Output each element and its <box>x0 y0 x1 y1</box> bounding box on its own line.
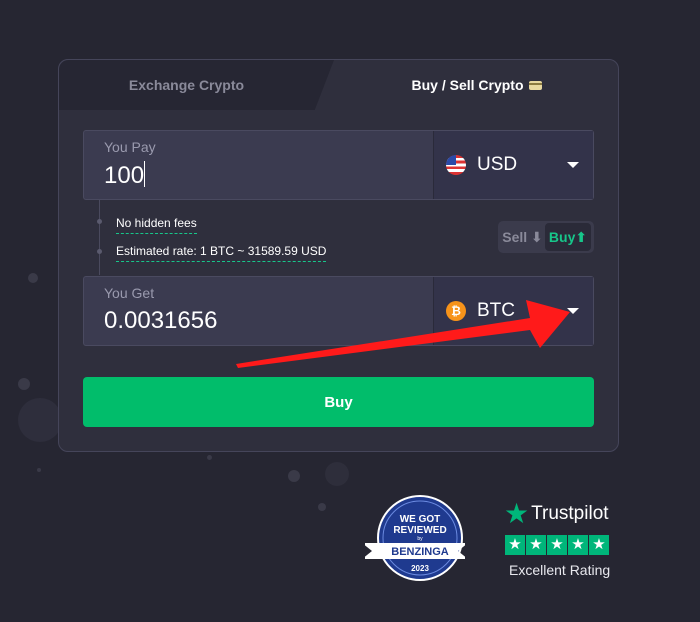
sell-label: Sell <box>502 228 528 245</box>
you-pay-input[interactable]: 100 <box>104 161 146 190</box>
timeline-dot <box>97 249 102 254</box>
buy-sell-toggle[interactable]: Sell ⬇ Buy ⬆ <box>498 221 594 253</box>
credit-card-icon <box>528 80 542 90</box>
you-get-field[interactable]: You Get 0.0031656 ₿ BTC <box>83 276 594 346</box>
you-pay-label: You Pay <box>104 139 156 155</box>
exchange-widget: Exchange Crypto Buy / Sell Crypto You Pa… <box>58 59 619 452</box>
get-currency-name: BTC <box>477 300 515 321</box>
star-icon: ★ <box>568 535 588 555</box>
toggle-sell-option[interactable]: Sell ⬇ <box>500 229 545 246</box>
bg-dot <box>28 273 38 283</box>
trustpilot-widget: ★ Trustpilot ★ ★ ★ ★ ★ Excellent Rating <box>504 500 619 590</box>
estimated-rate-text[interactable]: Estimated rate: 1 BTC ~ 31589.59 USD <box>116 244 327 262</box>
you-get-value[interactable]: 0.0031656 <box>104 307 217 335</box>
timeline-dot <box>97 219 102 224</box>
tab-bar: Exchange Crypto Buy / Sell Crypto <box>59 60 618 110</box>
badge-year: 2023 <box>411 564 429 573</box>
toggle-buy-option[interactable]: Buy ⬆ <box>545 223 591 251</box>
no-hidden-fees-text[interactable]: No hidden fees <box>116 216 197 234</box>
bg-dot <box>37 468 41 472</box>
bg-dot <box>325 462 349 486</box>
tab-buy-sell-crypto[interactable]: Buy / Sell Crypto <box>334 60 619 110</box>
buy-button[interactable]: Buy <box>83 377 594 427</box>
arrow-up-icon: ⬆ <box>575 228 588 245</box>
tab-exchange-crypto[interactable]: Exchange Crypto <box>59 60 334 110</box>
badge-by: by <box>417 536 423 542</box>
chevron-down-icon[interactable] <box>567 308 579 314</box>
you-pay-field[interactable]: You Pay 100 USD <box>83 130 594 200</box>
star-icon: ★ <box>589 535 609 555</box>
pay-currency-name: USD <box>477 154 518 175</box>
bg-dot <box>18 378 30 390</box>
trustpilot-name: Trustpilot <box>531 503 609 524</box>
trustpilot-stars: ★ ★ ★ ★ ★ <box>505 535 619 555</box>
bg-dot <box>318 503 326 511</box>
timeline-line <box>99 200 100 275</box>
get-currency-select[interactable]: ₿ BTC <box>433 277 593 345</box>
bitcoin-icon: ₿ <box>446 301 466 321</box>
arrow-down-icon: ⬇ <box>527 228 543 245</box>
chevron-down-icon[interactable] <box>567 162 579 168</box>
bg-dot <box>18 398 62 442</box>
benzinga-badge: WE GOT REVIEWED by BENZINGA 2023 <box>365 495 465 581</box>
trustpilot-logo: ★ Trustpilot <box>504 500 619 528</box>
pay-currency-select[interactable]: USD <box>433 131 593 199</box>
tab-exchange-label: Exchange Crypto <box>128 77 245 93</box>
star-icon: ★ <box>505 535 525 555</box>
text-caret <box>144 161 146 187</box>
trustpilot-star-icon: ★ <box>504 498 530 529</box>
us-flag-icon <box>446 155 466 175</box>
trustpilot-rating-text: Excellent Rating <box>509 562 611 578</box>
badge-line1: WE GOT <box>400 514 441 525</box>
you-get-label: You Get <box>104 285 155 301</box>
star-icon: ★ <box>547 535 567 555</box>
tab-buy-sell-label: Buy / Sell Crypto <box>411 77 524 93</box>
you-pay-value: 100 <box>104 162 145 189</box>
bg-dot <box>288 470 300 482</box>
bg-dot <box>207 455 212 460</box>
rate-info: No hidden fees Estimated rate: 1 BTC ~ 3… <box>83 200 594 275</box>
badge-brand: BENZINGA <box>391 546 449 558</box>
star-icon: ★ <box>526 535 546 555</box>
badge-line2: REVIEWED <box>393 525 446 536</box>
buy-label: Buy <box>548 229 576 245</box>
